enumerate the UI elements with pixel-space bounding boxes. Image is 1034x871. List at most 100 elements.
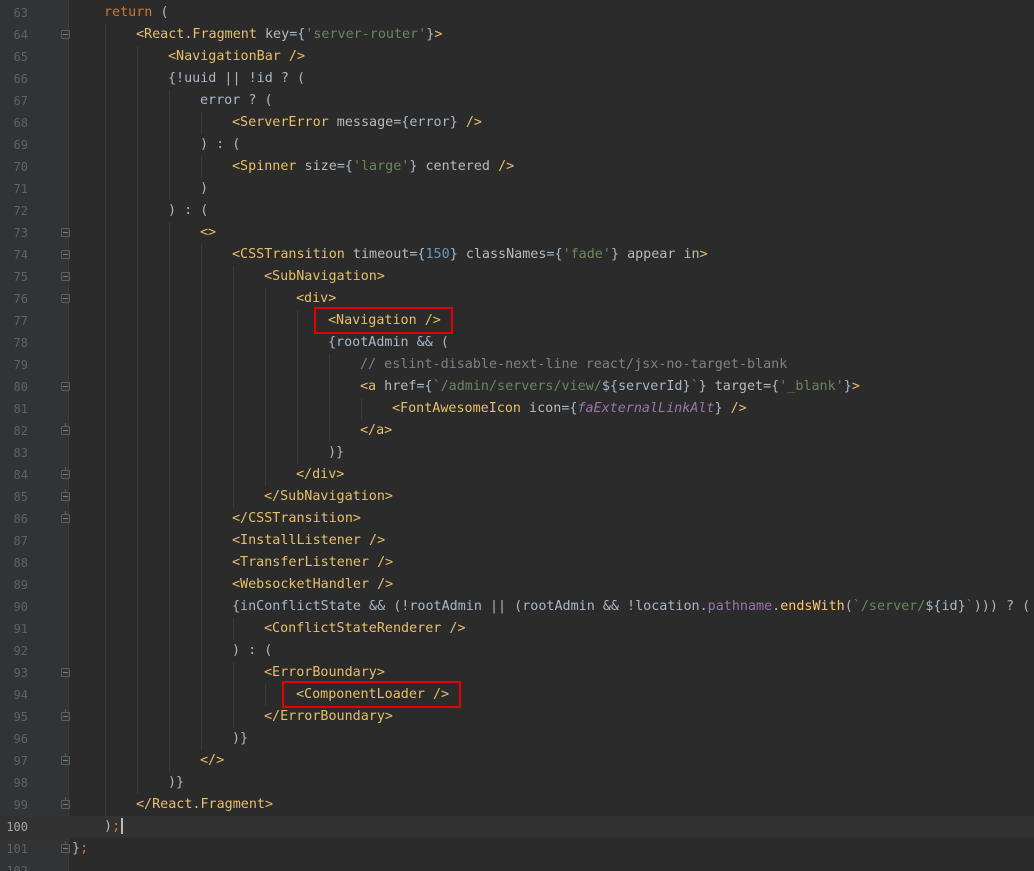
code-line[interactable]: 89 <WebsocketHandler />: [0, 574, 1034, 596]
indent-guide: [137, 376, 138, 398]
fold-end-icon[interactable]: [61, 709, 70, 721]
code-editor[interactable]: 63 return (64 <React.Fragment key={'server…: [0, 0, 1034, 871]
fold-toggle-icon[interactable]: [61, 668, 70, 677]
code-line[interactable]: 69) : (: [0, 134, 1034, 156]
text-caret: [121, 818, 124, 834]
code-token: }: [449, 247, 466, 262]
code-line[interactable]: 84 </div>: [0, 464, 1034, 486]
code-line[interactable]: 71): [0, 178, 1034, 200]
fold-end-icon[interactable]: [61, 467, 70, 479]
code-line[interactable]: 66 {!uuid || !id ? (: [0, 68, 1034, 90]
code-text: };: [72, 838, 88, 860]
code-line[interactable]: 77 <Navigation />: [0, 310, 1034, 332]
code-text: )}: [232, 728, 248, 750]
indent-guide: [137, 68, 138, 90]
code-line[interactable]: 100);: [0, 816, 1034, 838]
code-line[interactable]: 94 <ComponentLoader />: [0, 684, 1034, 706]
code-line[interactable]: 91 <ConflictStateRenderer />: [0, 618, 1034, 640]
code-token: <Spinner: [232, 159, 297, 174]
code-line[interactable]: 67 error ? (: [0, 90, 1034, 112]
code-token: <>: [200, 225, 217, 240]
code-line[interactable]: 88 <TransferListener />: [0, 552, 1034, 574]
indent-guide: [201, 376, 202, 398]
line-number: 74: [13, 248, 28, 262]
indent-guide: [169, 134, 170, 156]
fold-toggle-icon[interactable]: [61, 294, 70, 303]
code-line[interactable]: 63 return (: [0, 2, 1034, 24]
code-line[interactable]: 72) : (: [0, 200, 1034, 222]
fold-end-icon[interactable]: [61, 841, 70, 853]
code-line[interactable]: 81 <FontAwesomeIcon icon={faExternalLinkA…: [0, 398, 1034, 420]
fold-end-icon[interactable]: [61, 423, 70, 435]
code-token: />: [730, 401, 747, 416]
code-line[interactable]: 96)}: [0, 728, 1034, 750]
indent-guide: [201, 728, 202, 750]
indent-guide: [169, 596, 170, 618]
code-line[interactable]: 73 <>: [0, 222, 1034, 244]
line-number: 65: [13, 50, 28, 64]
code-line[interactable]: 92) : (: [0, 640, 1034, 662]
fold-toggle-icon[interactable]: [61, 272, 70, 281]
code-line[interactable]: 98)}: [0, 772, 1034, 794]
code-line[interactable]: 101};: [0, 838, 1034, 860]
code-line[interactable]: 75 <SubNavigation>: [0, 266, 1034, 288]
code-line[interactable]: 64 <React.Fragment key={'server-router'}>: [0, 24, 1034, 46]
code-line[interactable]: 79 // eslint-disable-next-line react/jsx-…: [0, 354, 1034, 376]
fold-toggle-icon[interactable]: [61, 382, 70, 391]
indent-guide: [201, 442, 202, 464]
code-line[interactable]: 65 <NavigationBar />: [0, 46, 1034, 68]
code-token: ={: [763, 379, 780, 394]
code-line[interactable]: 87 <InstallListener />: [0, 530, 1034, 552]
fold-end-icon[interactable]: [61, 511, 70, 523]
indent-guide: [137, 684, 138, 706]
indent-guide: [233, 420, 234, 442]
code-token: <WebsocketHandler />: [232, 577, 394, 592]
indent-guide: [105, 728, 106, 750]
indent-guide: [137, 244, 138, 266]
code-text: <React.Fragment key={'server-router'}>: [136, 24, 442, 46]
code-token: >: [851, 379, 860, 394]
code-line[interactable]: 97 </>: [0, 750, 1034, 772]
indent-guide: [233, 288, 234, 310]
line-number: 95: [13, 710, 28, 724]
code-line[interactable]: 80 <a href={`/admin/servers/view/${server…: [0, 376, 1034, 398]
fold-end-icon[interactable]: [61, 797, 70, 809]
fold-toggle-icon[interactable]: [61, 228, 70, 237]
code-line[interactable]: 83)}: [0, 442, 1034, 464]
fold-end-icon[interactable]: [61, 753, 70, 765]
indent-guide: [105, 420, 106, 442]
code-line[interactable]: 68 <ServerError message={error} />: [0, 112, 1034, 134]
code-line[interactable]: 76 <div>: [0, 288, 1034, 310]
code-token: {rootAdmin && (: [328, 335, 449, 350]
line-number: 87: [13, 534, 28, 548]
code-line[interactable]: 85 </SubNavigation>: [0, 486, 1034, 508]
fold-end-icon[interactable]: [61, 489, 70, 501]
indent-guide: [169, 640, 170, 662]
code-line[interactable]: 99 </React.Fragment>: [0, 794, 1034, 816]
fold-toggle-icon[interactable]: [61, 30, 70, 39]
code-line[interactable]: 70 <Spinner size={'large'} centered />: [0, 156, 1034, 178]
indent-guide: [233, 706, 234, 728]
code-line[interactable]: 86 </CSSTransition>: [0, 508, 1034, 530]
fold-toggle-icon[interactable]: [61, 250, 70, 259]
code-line[interactable]: 78 {rootAdmin && (: [0, 332, 1034, 354]
indent-guide: [201, 640, 202, 662]
indent-guide: [137, 310, 138, 332]
line-number: 83: [13, 446, 28, 460]
code-line[interactable]: 74 <CSSTransition timeout={150} className…: [0, 244, 1034, 266]
code-token: 150: [425, 247, 450, 262]
line-number: 86: [13, 512, 28, 526]
code-line[interactable]: 95 </ErrorBoundary>: [0, 706, 1034, 728]
indent-guide: [233, 376, 234, 398]
indent-guide: [297, 332, 298, 354]
code-line[interactable]: 93 <ErrorBoundary>: [0, 662, 1034, 684]
indent-guide: [233, 684, 234, 706]
code-text: <TransferListener />: [232, 552, 393, 574]
indent-guide: [105, 46, 106, 68]
code-lines[interactable]: 63 return (64 <React.Fragment key={'server…: [0, 2, 1034, 871]
code-line[interactable]: 102: [0, 860, 1034, 871]
code-line[interactable]: 90 {inConflictState && (!rootAdmin || (ro…: [0, 596, 1034, 618]
code-line[interactable]: 82 </a>: [0, 420, 1034, 442]
code-token: ={: [416, 379, 433, 394]
